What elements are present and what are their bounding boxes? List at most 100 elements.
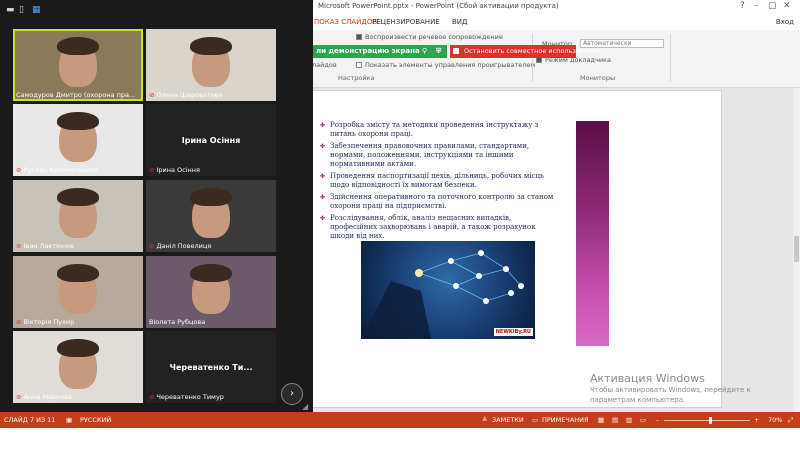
participant-name-text: Ірина Осіння <box>156 166 200 174</box>
network-image: NEWKIBy.RU <box>361 241 535 339</box>
zoom-slider-handle[interactable] <box>709 417 712 424</box>
stop-share-button[interactable]: Остановить совместное использование <box>450 45 600 58</box>
participant-hair <box>57 264 99 282</box>
screen: Microsoft PowerPoint.pptx - PowerPoint (… <box>0 0 800 450</box>
maximize-icon[interactable]: ▢ <box>768 1 777 11</box>
normal-view-icon[interactable]: ▦ <box>598 416 604 424</box>
reading-view-icon[interactable]: ▥ <box>626 416 632 424</box>
language-indicator[interactable]: РУССКИЙ <box>80 416 111 424</box>
participant-display-name: Ірина Осіння <box>181 136 241 145</box>
ribbon: Воспроизвести речевое сопровождение лайд… <box>312 30 800 88</box>
participant-tile[interactable]: Череватенко Ти... ⊘ Череватенко Тимур <box>146 331 276 403</box>
slide-canvas: Розробка змісту та методики проведення і… <box>312 88 800 412</box>
bullet-list: Розробка змісту та методики проведення і… <box>320 121 560 244</box>
participant-name: ⊘ Даніл Повелиця <box>149 242 211 250</box>
zoom-out-icon[interactable]: – <box>656 416 659 424</box>
screen-share-bar: ли демонстрацию экрана ⚲ ⛨ <box>312 45 447 58</box>
sign-in-link[interactable]: Вход <box>776 18 794 26</box>
slide-sorter-icon[interactable]: ▤ <box>612 416 618 424</box>
show-controls-checkbox[interactable]: Показать элементы управления проигрывате… <box>356 61 535 69</box>
minimize-icon[interactable]: ▬ <box>6 5 15 15</box>
minimize-icon[interactable]: – <box>754 1 759 11</box>
participant-tile[interactable]: ⊘ Даніл Повелиця <box>146 180 276 252</box>
notes-button[interactable]: ЗАМЕТКИ <box>492 416 524 424</box>
participant-name-text: Олена Шароватова <box>156 91 223 99</box>
next-page-button[interactable]: › <box>281 383 303 405</box>
participant-hair <box>190 264 232 282</box>
speaker-view-icon[interactable]: ▯ <box>19 5 24 15</box>
fit-slide-icon[interactable]: ⤢ <box>788 416 793 425</box>
participant-name: Віолета Рубцова <box>149 318 205 326</box>
mic-muted-icon: ⊘ <box>16 393 22 401</box>
tab-slideshow[interactable]: ПОКАЗ СЛАЙДОВ <box>314 18 377 26</box>
ribbon-divider <box>532 34 533 82</box>
participant-name: ⊘ Ірина Осіння <box>149 166 200 174</box>
participant-tile[interactable]: ⊘ Анна Маркова <box>13 331 143 403</box>
tab-review[interactable]: РЕЦЕНЗИРОВАНИЕ <box>372 18 440 26</box>
resize-handle-icon[interactable]: ◢ <box>302 402 308 411</box>
participant-tile[interactable]: ⊘ Вікторія Пухир <box>13 256 143 328</box>
windows-activation-watermark: Активация Windows Чтобы активировать Win… <box>590 372 751 404</box>
status-bar: СЛАЙД 7 ИЗ 11 ▣ РУССКИЙ ≜ ЗАМЕТКИ ▭ ПРИМ… <box>0 412 800 428</box>
vertical-scrollbar[interactable] <box>793 88 800 412</box>
participant-name-text: Віолета Рубцова <box>149 318 206 326</box>
participant-name-text: Самодуров Дмитро (охорона пра... <box>16 91 136 99</box>
mic-muted-icon: ⊘ <box>16 242 22 250</box>
record-audio-checkbox[interactable]: Воспроизвести речевое сопровождение <box>356 33 503 41</box>
participant-display-name: Череватенко Ти... <box>169 363 253 372</box>
network-illustration <box>361 250 524 339</box>
shield-icon: ⛨ <box>436 47 442 55</box>
participant-hair <box>190 37 232 55</box>
checkbox-icon <box>356 34 362 40</box>
slide[interactable]: Розробка змісту та методики проведення і… <box>312 90 722 408</box>
help-icon[interactable]: ? <box>740 1 745 11</box>
zoom-in-icon[interactable]: + <box>754 416 759 424</box>
checkbox-icon <box>356 62 362 68</box>
participant-name: ⊘ Вікторія Пухир <box>16 318 74 326</box>
mic-muted-icon: ⊘ <box>149 393 155 401</box>
participant-name: ⊘ Анна Маркова <box>16 393 72 401</box>
stop-icon <box>453 48 459 54</box>
participant-name: ⊘ Череватенко Тимур <box>149 393 224 401</box>
group-monitors-label: Мониторы <box>580 74 616 82</box>
pin-icon[interactable]: ⚲ <box>422 47 427 55</box>
participant-hair <box>190 188 232 206</box>
participant-name-text: Даніл Повелиця <box>156 242 212 250</box>
image-watermark: NEWKIBy.RU <box>493 328 533 336</box>
participant-name: ⊘ Іван Лактіонов <box>16 242 74 250</box>
participant-name: ⊘ Руслан Кромчатенков <box>16 166 98 174</box>
decorative-bar <box>576 121 609 346</box>
participant-tile[interactable]: ⊘ Руслан Кромчатенков <box>13 104 143 176</box>
participant-name: Самодуров Дмитро (охорона пра... <box>16 91 135 99</box>
participant-name-text: Череватенко Тимур <box>156 393 224 401</box>
spellcheck-icon[interactable]: ▣ <box>66 416 72 424</box>
mic-muted-icon: ⊘ <box>16 166 22 174</box>
ribbon-divider <box>670 34 671 82</box>
gallery-view-icon[interactable]: ▦ <box>32 5 41 15</box>
list-item: Здійснення оперативного та поточного кон… <box>320 193 560 211</box>
ribbon-cut-label: лайдов <box>312 61 337 69</box>
participant-hair <box>57 339 99 357</box>
ribbon-tabs: ПОКАЗ СЛАЙДОВ РЕЦЕНЗИРОВАНИЕ ВИД Вход <box>312 14 800 30</box>
zoom-level[interactable]: 70% <box>768 416 782 424</box>
list-item: Забезпечення правовочних правилами, стан… <box>320 142 560 169</box>
mic-muted-icon: ⊘ <box>149 242 155 250</box>
list-item: Проведення паспортизації цехів, дільниць… <box>320 172 560 190</box>
participant-name: ⊘ Олена Шароватова <box>149 91 222 99</box>
participant-tile[interactable]: Ірина Осіння ⊘ Ірина Осіння <box>146 104 276 176</box>
comments-button[interactable]: ПРИМЕЧАНИЯ <box>542 416 589 424</box>
participant-tile[interactable]: ⊘ Іван Лактіонов <box>13 180 143 252</box>
mic-muted-icon: ⊘ <box>149 166 155 174</box>
slideshow-icon[interactable]: ▭ <box>640 416 646 424</box>
zoom-slider[interactable] <box>664 420 750 421</box>
scrollbar-thumb[interactable] <box>794 236 799 262</box>
close-icon[interactable]: ✕ <box>783 1 791 11</box>
comments-icon[interactable]: ▭ <box>532 416 538 424</box>
notes-icon[interactable]: ≜ <box>482 416 487 424</box>
participant-tile[interactable]: Віолета Рубцова <box>146 256 276 328</box>
list-item: Розслідування, облік, аналіз нещасних ви… <box>320 214 560 241</box>
zoom-toolbar: ▬ ▯ ▦ <box>0 0 313 24</box>
tab-view[interactable]: ВИД <box>452 18 468 26</box>
participant-tile[interactable]: ⊘ Олена Шароватова <box>146 29 276 101</box>
participant-tile[interactable]: Самодуров Дмитро (охорона пра... <box>13 29 143 101</box>
